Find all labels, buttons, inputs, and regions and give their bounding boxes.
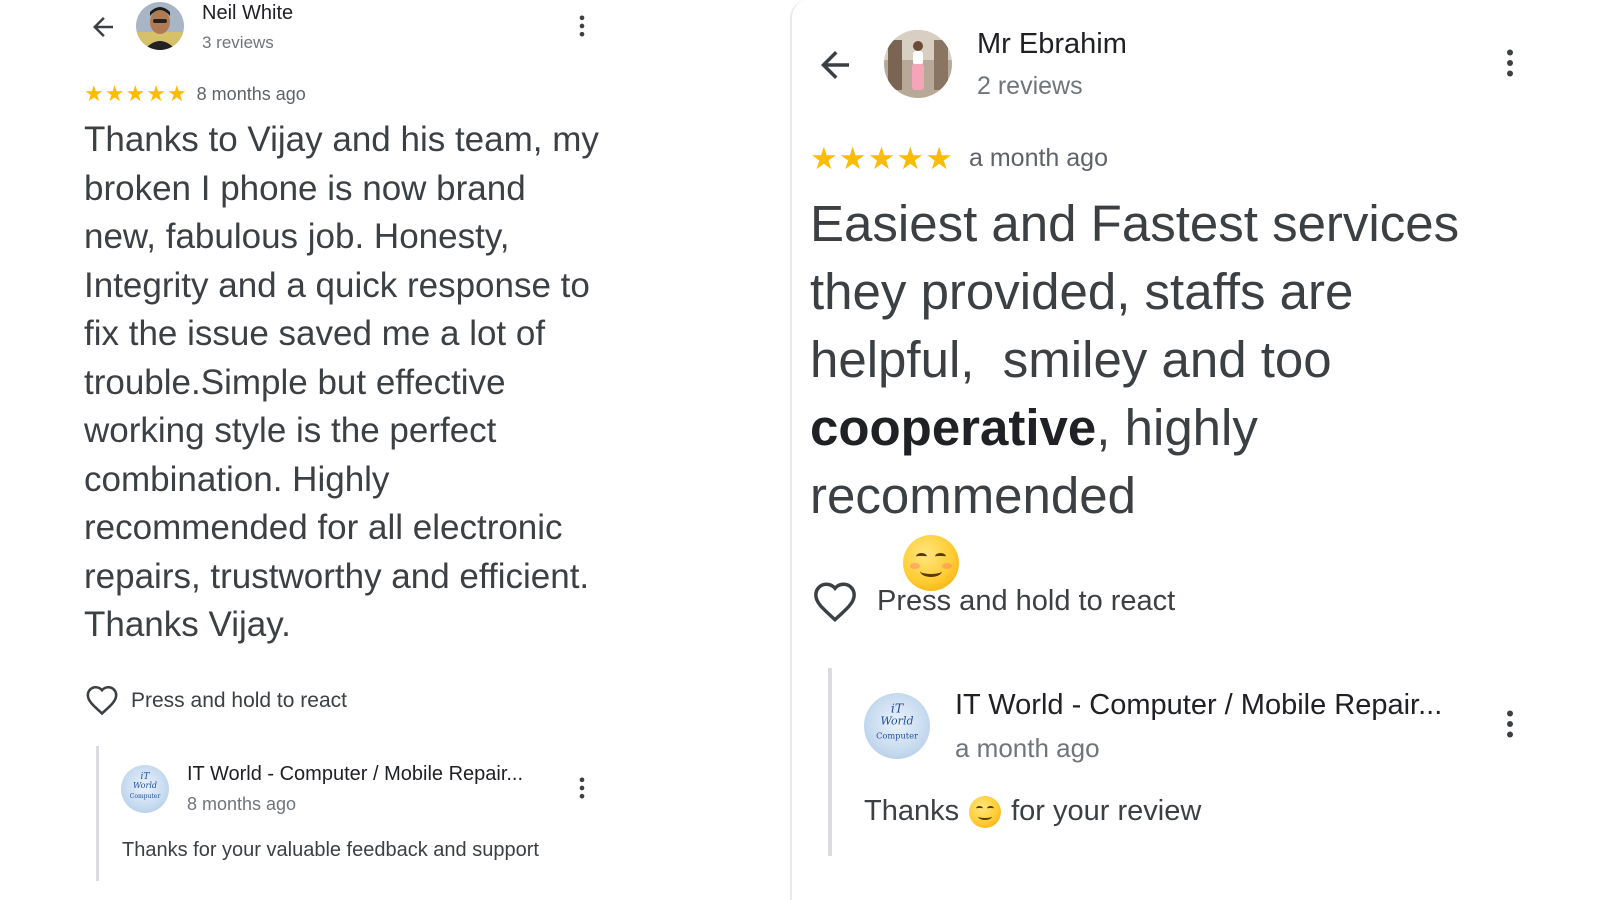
star-icon: ★	[166, 81, 187, 106]
svg-text:Computer: Computer	[130, 793, 161, 800]
more-options-icon[interactable]	[1492, 45, 1528, 81]
business-avatar[interactable]: iT World Computer	[121, 765, 169, 813]
star-icon: ★	[146, 81, 166, 106]
heart-icon[interactable]	[812, 580, 858, 623]
smiling-face-emoji-icon	[969, 795, 1002, 828]
star-rating: ★ ★ ★ ★ ★ a month ago	[810, 143, 1108, 174]
reviewer-name[interactable]: Mr Ebrahim	[977, 28, 1127, 61]
review-card-left: Neil White 3 reviews ★ ★ ★ ★ ★ 8 months …	[0, 0, 790, 900]
svg-text:iT: iT	[891, 701, 904, 715]
reviewer-avatar[interactable]	[136, 2, 184, 50]
review-line-rest: , highly	[1096, 399, 1258, 456]
back-arrow-icon[interactable]	[88, 12, 118, 42]
reply-text: Thanks for your review	[864, 795, 1201, 828]
review-card-right: Mr Ebrahim 2 reviews ★ ★ ★ ★ ★ a month a…	[790, 0, 1600, 900]
more-options-icon[interactable]	[568, 12, 596, 40]
reply-more-options-icon[interactable]	[1492, 706, 1528, 742]
bold-word: cooperative	[810, 399, 1097, 456]
review-line: recommended	[810, 462, 1510, 666]
review-text: Thanks to Vijay and his team, my broken …	[84, 120, 599, 644]
svg-text:World: World	[133, 781, 157, 790]
reply-text: Thanks for your valuable feedback and su…	[122, 839, 539, 861]
reviewer-avatar[interactable]	[884, 30, 952, 98]
star-icon: ★	[925, 141, 953, 176]
svg-text:Computer: Computer	[876, 730, 918, 740]
reply-text-before: Thanks	[864, 795, 960, 827]
star-icon: ★	[867, 141, 896, 176]
reviewer-review-count: 3 reviews	[202, 33, 274, 52]
review-line: Easiest and Fastest services	[810, 195, 1460, 252]
star-icon: ★	[104, 81, 125, 106]
reply-time: a month ago	[955, 733, 1100, 763]
star-icon: ★	[84, 81, 104, 106]
react-label[interactable]: Press and hold to react	[877, 585, 1175, 618]
star-icon: ★	[125, 81, 146, 106]
reply-divider	[828, 668, 832, 856]
business-name[interactable]: IT World - Computer / Mobile Repair...	[187, 763, 523, 786]
review-line: cooperative, highly	[810, 394, 1510, 462]
review-line-text: recommended	[810, 467, 1136, 524]
review-time: a month ago	[968, 144, 1108, 172]
reply-divider	[96, 746, 99, 881]
business-name[interactable]: IT World - Computer / Mobile Repair...	[955, 689, 1442, 722]
review-line: helpful, smiley and too	[810, 331, 1332, 388]
react-label[interactable]: Press and hold to react	[131, 689, 347, 713]
back-arrow-icon[interactable]	[814, 44, 856, 86]
business-avatar[interactable]: iT World Computer	[864, 693, 930, 759]
star-icon: ★	[838, 141, 867, 176]
reply-time: 8 months ago	[187, 794, 297, 814]
review-line: they provided, staffs are	[810, 263, 1354, 320]
reviewer-name[interactable]: Neil White	[202, 2, 293, 25]
review-time: 8 months ago	[196, 83, 306, 104]
reply-text-after: for your review	[1011, 795, 1202, 827]
reply-more-options-icon[interactable]	[568, 774, 596, 802]
star-icon: ★	[810, 141, 838, 176]
reviewer-review-count: 2 reviews	[977, 72, 1083, 100]
heart-icon[interactable]	[85, 684, 119, 716]
star-rating: ★ ★ ★ ★ ★ 8 months ago	[84, 83, 306, 105]
star-icon: ★	[896, 141, 925, 176]
smiling-face-emoji-icon	[903, 534, 960, 591]
svg-text:World: World	[881, 715, 914, 728]
